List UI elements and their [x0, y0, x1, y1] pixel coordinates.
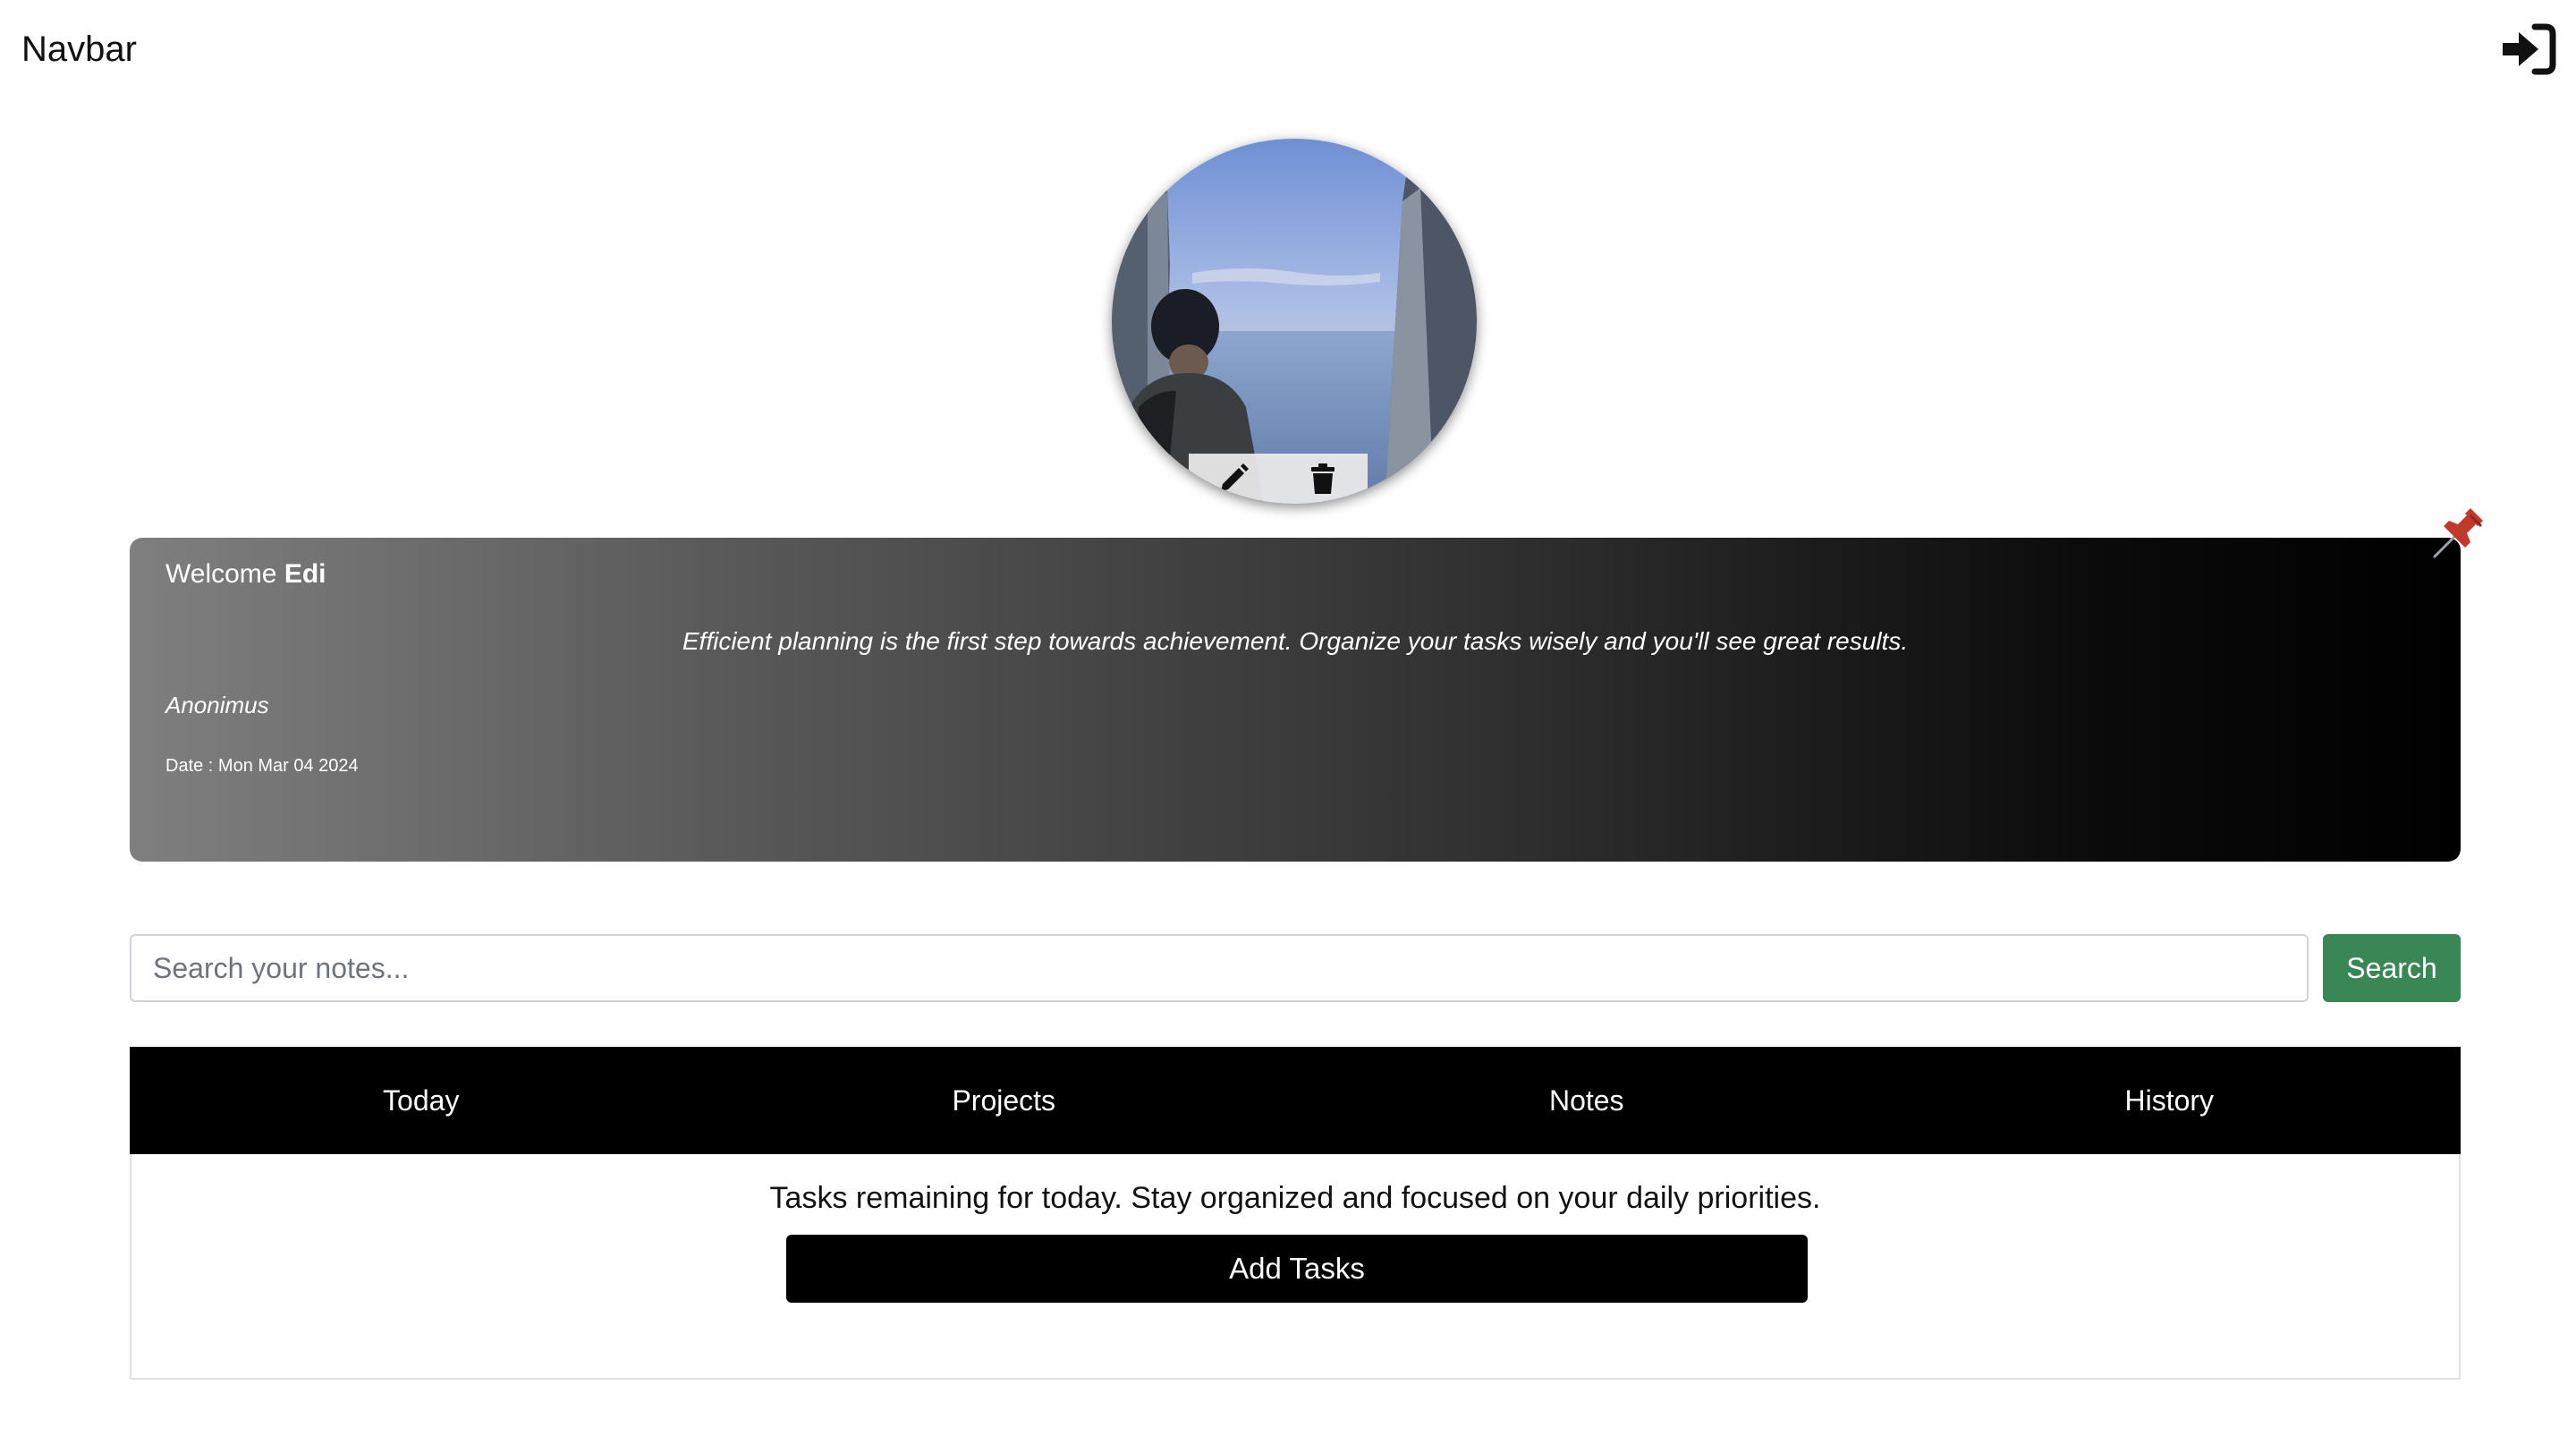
tab-notes[interactable]: Notes: [1295, 1047, 1878, 1154]
tab-today[interactable]: Today: [130, 1047, 713, 1154]
pencil-icon[interactable]: [1216, 461, 1251, 497]
add-tasks-button[interactable]: Add Tasks: [786, 1235, 1808, 1303]
welcome-greeting: Welcome Edi: [165, 559, 326, 590]
tab-history[interactable]: History: [1878, 1047, 2462, 1154]
welcome-username: Edi: [284, 559, 326, 589]
search-notes-input[interactable]: [130, 934, 2309, 1002]
today-panel: Tasks remaining for today. Stay organize…: [130, 1154, 2461, 1380]
section-tabs: Today Projects Notes History: [130, 1047, 2461, 1154]
profile-avatar: [1112, 139, 1477, 504]
quote-author: Anonimus: [165, 692, 269, 718]
pushpin-icon[interactable]: [2431, 503, 2488, 560]
current-date: Date : Mon Mar 04 2024: [165, 756, 359, 776]
search-button[interactable]: Search: [2323, 934, 2461, 1002]
avatar-toolbar: [1189, 454, 1368, 504]
tasks-remaining-message: Tasks remaining for today. Stay organize…: [769, 1181, 1821, 1215]
welcome-label: Welcome: [165, 559, 277, 589]
welcome-card: Welcome Edi Efficient planning is the fi…: [130, 538, 2461, 862]
tab-projects[interactable]: Projects: [713, 1047, 1296, 1154]
navbar-brand[interactable]: Navbar: [21, 27, 137, 72]
sign-in-icon[interactable]: [2499, 23, 2556, 75]
trash-icon[interactable]: [1305, 461, 1341, 497]
navbar: Navbar: [0, 0, 2576, 98]
welcome-quote: Efficient planning is the first step tow…: [682, 627, 1909, 655]
